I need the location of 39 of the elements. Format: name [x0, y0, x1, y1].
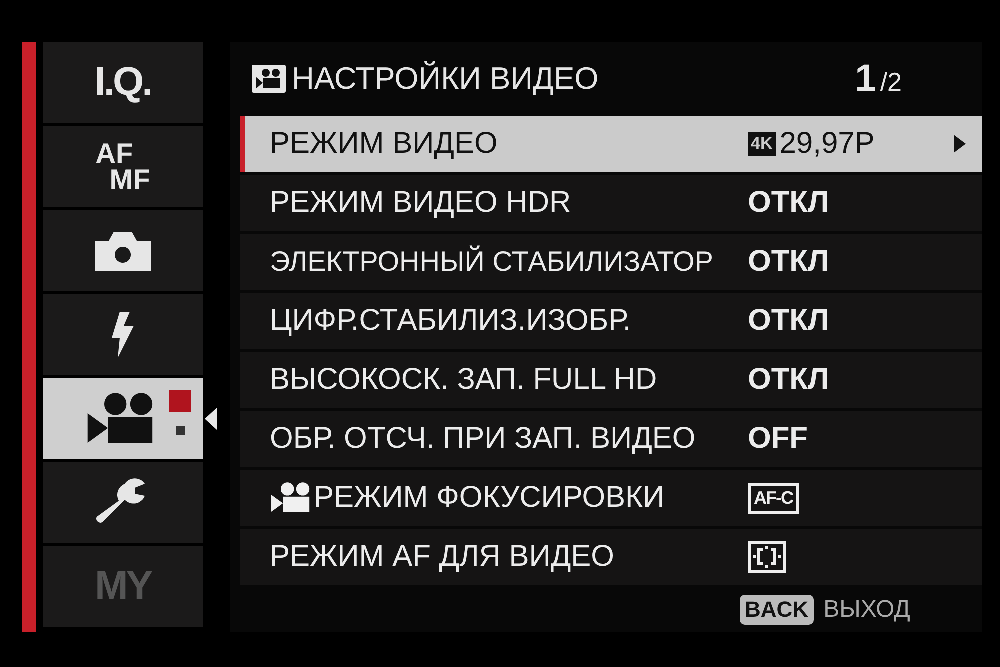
setting-label: РЕЖИМ ФОКУСИРОВКИ	[314, 481, 665, 515]
menu-tab[interactable]	[43, 462, 203, 543]
page-number: 1	[855, 58, 876, 100]
arrow-right-icon	[954, 135, 966, 153]
menu-title: НАСТРОЙКИ ВИДЕО	[292, 61, 599, 97]
setting-value: ОТКЛ	[748, 186, 830, 220]
setting-value: ОТКЛ	[748, 304, 830, 338]
resolution-badge: 4K	[748, 132, 776, 156]
page-total: /2	[880, 66, 902, 98]
setting-label: РЕЖИМ AF ДЛЯ ВИДЕО	[270, 540, 615, 574]
back-key: BACK	[740, 595, 814, 625]
menu-row[interactable]: РЕЖИМ ВИДЕО HDR ОТКЛ	[240, 175, 982, 231]
setting-value: OFF	[748, 422, 808, 456]
movie-icon	[252, 65, 286, 93]
menu-tab[interactable]	[43, 210, 203, 291]
setting-label: РЕЖИМ ВИДЕО	[270, 127, 498, 161]
menu-row[interactable]: РЕЖИМ ВИДЕО 4K 29,97P	[240, 116, 982, 172]
setting-label: РЕЖИМ ВИДЕО HDR	[270, 186, 572, 220]
menu-row[interactable]: РЕЖИМ AF ДЛЯ ВИДЕО	[240, 529, 982, 585]
menu-tab[interactable]: I.Q.	[43, 42, 203, 123]
exit-label: ВЫХОД	[824, 596, 910, 624]
menu-row[interactable]: ЭЛЕКТРОННЫЙ СТАБИЛИЗАТОР ОТКЛ	[240, 234, 982, 290]
menu-row[interactable]: ОБР. ОТСЧ. ПРИ ЗАП. ВИДЕО OFF	[240, 411, 982, 467]
setting-label: ЭЛЕКТРОННЫЙ СТАБИЛИЗАТОР	[270, 246, 714, 278]
setting-label: ЦИФР.СТАБИЛИЗ.ИЗОБР.	[270, 304, 632, 338]
menu-tab[interactable]: AF MF	[43, 126, 203, 207]
camera-icon	[95, 230, 151, 270]
menu-tab[interactable]	[43, 294, 203, 375]
setting-label: ВЫСОКОСК. ЗАП. FULL HD	[270, 363, 658, 397]
focus-area-icon	[748, 541, 786, 573]
setting-value: ОТКЛ	[748, 245, 830, 279]
setting-value: ОТКЛ	[748, 363, 830, 397]
focus-mode-badge: AF-C	[748, 482, 799, 514]
menu-row[interactable]: ВЫСОКОСК. ЗАП. FULL HD ОТКЛ	[240, 352, 982, 408]
setting-value: 29,97P	[780, 127, 875, 161]
menu-row[interactable]: РЕЖИМ ФОКУСИРОВКИ AF-C	[240, 470, 982, 526]
pointer-icon	[205, 408, 217, 430]
menu-row[interactable]: ЦИФР.СТАБИЛИЗ.ИЗОБР. ОТКЛ	[240, 293, 982, 349]
setting-label: ОБР. ОТСЧ. ПРИ ЗАП. ВИДЕО	[270, 422, 696, 456]
